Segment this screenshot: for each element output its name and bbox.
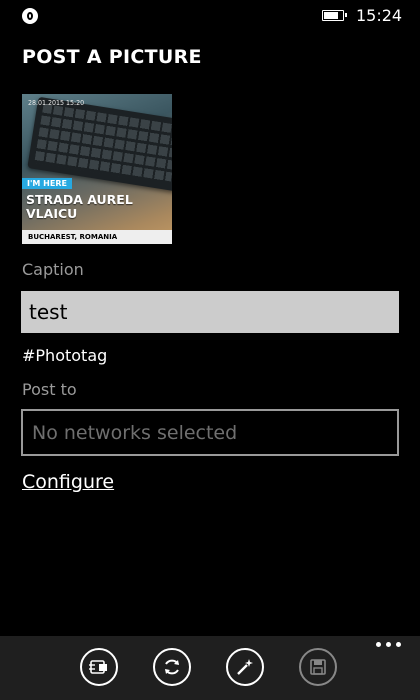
configure-link[interactable]: Configure <box>22 471 114 493</box>
magic-wand-icon <box>237 659 253 675</box>
photo-city: BUCHAREST, ROMANIA <box>22 230 172 244</box>
caption-label: Caption <box>22 260 84 279</box>
save-button[interactable] <box>299 648 337 686</box>
post-to-label: Post to <box>22 380 77 399</box>
photo-street: STRADA AUREL VLAICU <box>26 192 133 221</box>
sync-icon <box>165 659 179 675</box>
save-icon <box>310 659 326 675</box>
networks-placeholder: No networks selected <box>32 422 238 444</box>
more-ellipsis-icon[interactable] <box>376 642 402 652</box>
card-edit-button[interactable] <box>80 648 118 686</box>
status-time: 15:24 <box>356 6 403 25</box>
hashtag-text: #Phototag <box>22 346 108 365</box>
page-title: POST A PICTURE <box>22 46 202 68</box>
magic-wand-button[interactable] <box>226 648 264 686</box>
caption-input[interactable] <box>21 291 399 333</box>
battery-icon <box>322 10 347 21</box>
status-bar: 15:24 <box>0 0 420 34</box>
app-bar <box>0 636 420 700</box>
networks-field[interactable]: No networks selected <box>21 409 399 456</box>
battery-level <box>324 12 338 19</box>
sync-button[interactable] <box>153 648 191 686</box>
card-edit-icon <box>89 660 107 674</box>
photo-thumbnail[interactable]: 28.01.2015 15:20 I'M HERE STRADA AUREL V… <box>22 94 172 244</box>
photo-date-stamp: 28.01.2015 15:20 <box>28 99 85 107</box>
app-notification-icon <box>22 8 38 24</box>
photo-tag: I'M HERE <box>22 178 72 189</box>
screen: 15:24 POST A PICTURE 28.01.2015 15:20 I'… <box>0 0 420 700</box>
